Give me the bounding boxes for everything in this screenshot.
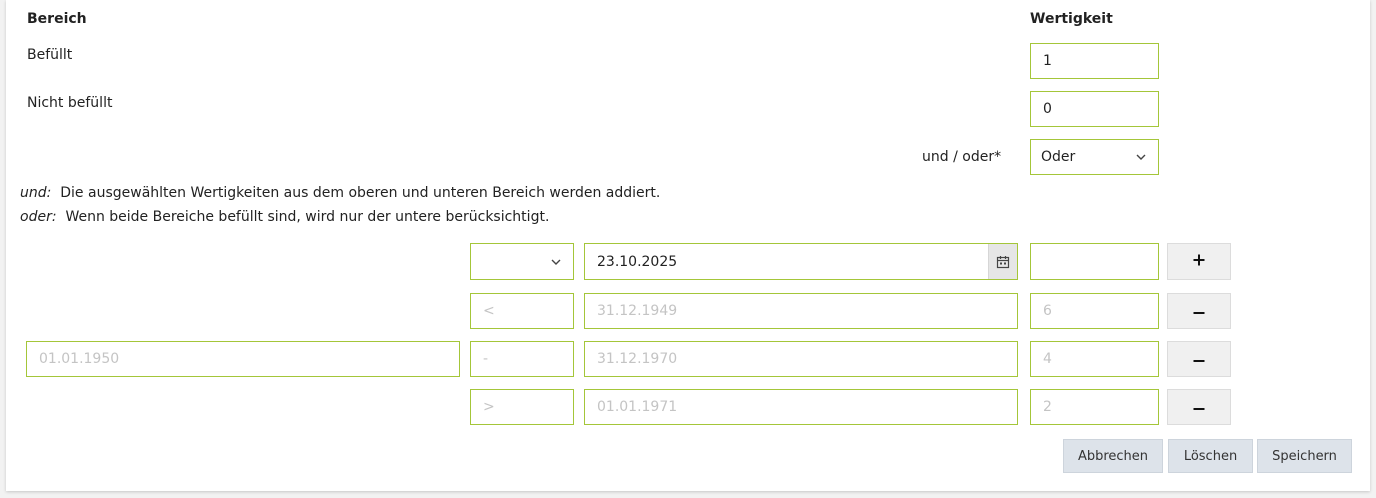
delete-button[interactable]: Löschen <box>1168 439 1253 473</box>
und-oder-select[interactable]: Oder <box>1030 139 1159 175</box>
range-row-1-end-date: 31.12.1949 <box>584 293 1018 329</box>
range-row-3-operator: > <box>470 389 574 425</box>
calendar-icon[interactable] <box>988 244 1017 279</box>
chevron-down-icon <box>1134 150 1148 164</box>
befuellt-value-input[interactable]: 1 <box>1030 43 1159 79</box>
nicht-befuellt-value-input[interactable]: 0 <box>1030 91 1159 127</box>
minus-icon <box>1193 303 1205 319</box>
range-row-1-operator: < <box>470 293 574 329</box>
description-oder-key: oder: <box>20 209 57 225</box>
new-value-input[interactable] <box>1030 243 1159 280</box>
range-row-1-value: 6 <box>1030 293 1159 329</box>
dialog-panel: Bereich Wertigkeit Befüllt 1 Nicht befül… <box>6 0 1370 491</box>
remove-row-2-button[interactable] <box>1167 341 1231 377</box>
description-oder-text: Wenn beide Bereiche befüllt sind, wird n… <box>65 209 550 225</box>
add-row-button[interactable] <box>1167 243 1231 280</box>
befuellt-label: Befüllt <box>27 47 73 63</box>
nicht-befuellt-label: Nicht befüllt <box>27 95 113 111</box>
remove-row-1-button[interactable] <box>1167 293 1231 329</box>
chevron-down-icon <box>549 255 563 269</box>
range-row-3-end-date: 01.01.1971 <box>584 389 1018 425</box>
minus-icon <box>1193 399 1205 415</box>
plus-icon <box>1193 254 1205 270</box>
save-button[interactable]: Speichern <box>1257 439 1352 473</box>
description-oder: oder: Wenn beide Bereiche befüllt sind, … <box>20 209 549 225</box>
new-date-value: 23.10.2025 <box>597 253 678 270</box>
range-row-3-value: 2 <box>1030 389 1159 425</box>
new-operator-select[interactable] <box>470 243 574 280</box>
und-oder-label: und / oder* <box>922 149 1002 165</box>
remove-row-3-button[interactable] <box>1167 389 1231 425</box>
cancel-button[interactable]: Abbrechen <box>1063 439 1163 473</box>
description-und-key: und: <box>20 185 52 201</box>
und-oder-selected-value: Oder <box>1041 149 1076 165</box>
bereich-header: Bereich <box>27 11 87 27</box>
new-date-input[interactable]: 23.10.2025 <box>584 243 1018 280</box>
minus-icon <box>1193 351 1205 367</box>
wertigkeit-header: Wertigkeit <box>1030 11 1113 27</box>
range-row-2-value: 4 <box>1030 341 1159 377</box>
description-und-text: Die ausgewählten Wertigkeiten aus dem ob… <box>60 185 661 201</box>
range-row-2-start-date: 01.01.1950 <box>26 341 460 377</box>
range-row-2-end-date: 31.12.1970 <box>584 341 1018 377</box>
description-und: und: Die ausgewählten Wertigkeiten aus d… <box>20 185 660 201</box>
range-row-2-operator: - <box>470 341 574 377</box>
